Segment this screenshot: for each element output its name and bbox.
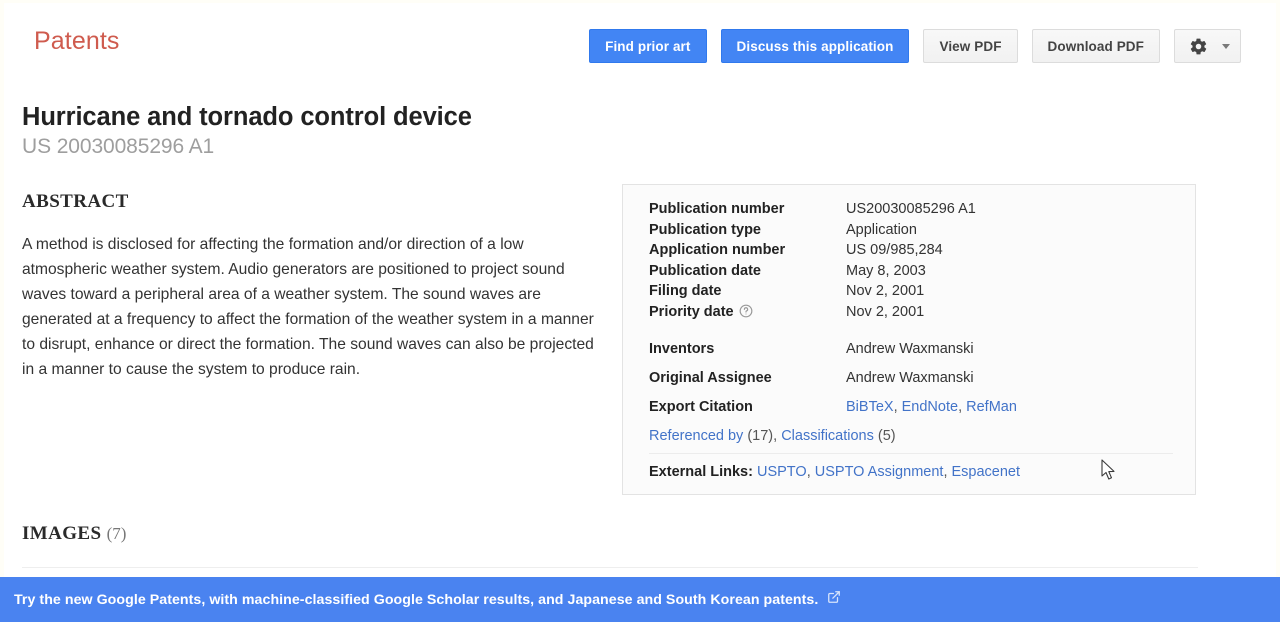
publication-type-value: Application	[846, 220, 917, 241]
info-divider	[649, 453, 1173, 454]
settings-button[interactable]	[1174, 29, 1241, 63]
external-links-line: External Links: USPTO, USPTO Assignment,…	[649, 464, 1173, 480]
download-pdf-button[interactable]: Download PDF	[1032, 29, 1160, 63]
abstract-heading: ABSTRACT	[22, 191, 604, 213]
filing-date-label: Filing date	[649, 281, 846, 302]
info-row: Filing date Nov 2, 2001	[649, 281, 1173, 302]
application-number-label: Application number	[649, 240, 846, 261]
new-google-patents-banner[interactable]: Try the new Google Patents, with machine…	[0, 577, 1280, 622]
page-root: Patents Find prior art Discuss this appl…	[4, 3, 1276, 619]
publication-date-value: May 8, 2003	[846, 261, 926, 282]
patents-logo[interactable]: Patents	[34, 27, 119, 56]
patent-details-column: Hurricane and tornado control device US …	[22, 102, 604, 382]
uspto-link[interactable]: USPTO	[757, 464, 807, 480]
info-row: Original Assignee Andrew Waxmanski	[649, 364, 1173, 393]
images-count: (7)	[107, 524, 127, 543]
discuss-application-button[interactable]: Discuss this application	[721, 29, 910, 63]
application-number-value: US 09/985,284	[846, 240, 943, 261]
info-row: Publication number US20030085296 A1	[649, 199, 1173, 220]
info-row: Priority date Nov 2, 2001	[649, 302, 1173, 325]
info-row: Publication date May 8, 2003	[649, 261, 1173, 282]
info-row: Application number US 09/985,284	[649, 240, 1173, 261]
priority-date-label: Priority date	[649, 302, 846, 325]
bibtex-link[interactable]: BiBTeX	[846, 399, 894, 415]
inventors-label: Inventors	[649, 335, 846, 364]
filing-date-value: Nov 2, 2001	[846, 281, 924, 302]
classifications-link[interactable]: Classifications	[781, 428, 874, 444]
page-title: Hurricane and tornado control device	[22, 102, 604, 133]
images-divider	[22, 567, 1198, 568]
classifications-count: (5)	[878, 428, 896, 444]
inventors-value-link[interactable]: Andrew Waxmanski	[846, 335, 974, 364]
publication-type-label: Publication type	[649, 220, 846, 241]
find-prior-art-button[interactable]: Find prior art	[589, 29, 706, 63]
info-row: Publication type Application	[649, 220, 1173, 241]
uspto-assignment-link[interactable]: USPTO Assignment	[815, 464, 944, 480]
endnote-link[interactable]: EndNote	[902, 399, 958, 415]
external-links-label: External Links:	[649, 464, 753, 480]
page-header: Patents Find prior art Discuss this appl…	[4, 3, 1276, 86]
publication-number-value: US20030085296 A1	[846, 199, 976, 220]
abstract-text: A method is disclosed for affecting the …	[22, 232, 604, 382]
images-section: IMAGES (7)	[22, 523, 1198, 568]
refman-link[interactable]: RefMan	[966, 399, 1017, 415]
original-assignee-label: Original Assignee	[649, 364, 846, 393]
chevron-down-icon	[1222, 44, 1230, 49]
info-row: Export Citation BiBTeX, EndNote, RefMan	[649, 393, 1173, 422]
gear-icon	[1189, 37, 1208, 56]
priority-date-value: Nov 2, 2001	[846, 302, 924, 323]
publication-date-label: Publication date	[649, 261, 846, 282]
help-circle-icon[interactable]	[739, 304, 753, 325]
view-pdf-button[interactable]: View PDF	[923, 29, 1017, 63]
export-citation-links: BiBTeX, EndNote, RefMan	[846, 393, 1017, 422]
info-row: Inventors Andrew Waxmanski	[649, 335, 1173, 364]
header-button-bar: Find prior art Discuss this application …	[589, 29, 1241, 63]
espacenet-link[interactable]: Espacenet	[952, 464, 1021, 480]
banner-text: Try the new Google Patents, with machine…	[14, 592, 818, 608]
references-line: Referenced by (17), Classifications (5)	[649, 428, 1173, 444]
export-citation-label: Export Citation	[649, 393, 846, 422]
patent-number-subtitle: US 20030085296 A1	[22, 135, 604, 159]
original-assignee-value-link[interactable]: Andrew Waxmanski	[846, 364, 974, 393]
referenced-by-link[interactable]: Referenced by	[649, 428, 743, 444]
patent-info-box: Publication number US20030085296 A1 Publ…	[622, 184, 1196, 495]
referenced-by-count: (17)	[747, 428, 773, 444]
publication-number-label: Publication number	[649, 199, 846, 220]
images-heading: IMAGES (7)	[22, 523, 1198, 545]
external-link-icon	[827, 590, 841, 609]
